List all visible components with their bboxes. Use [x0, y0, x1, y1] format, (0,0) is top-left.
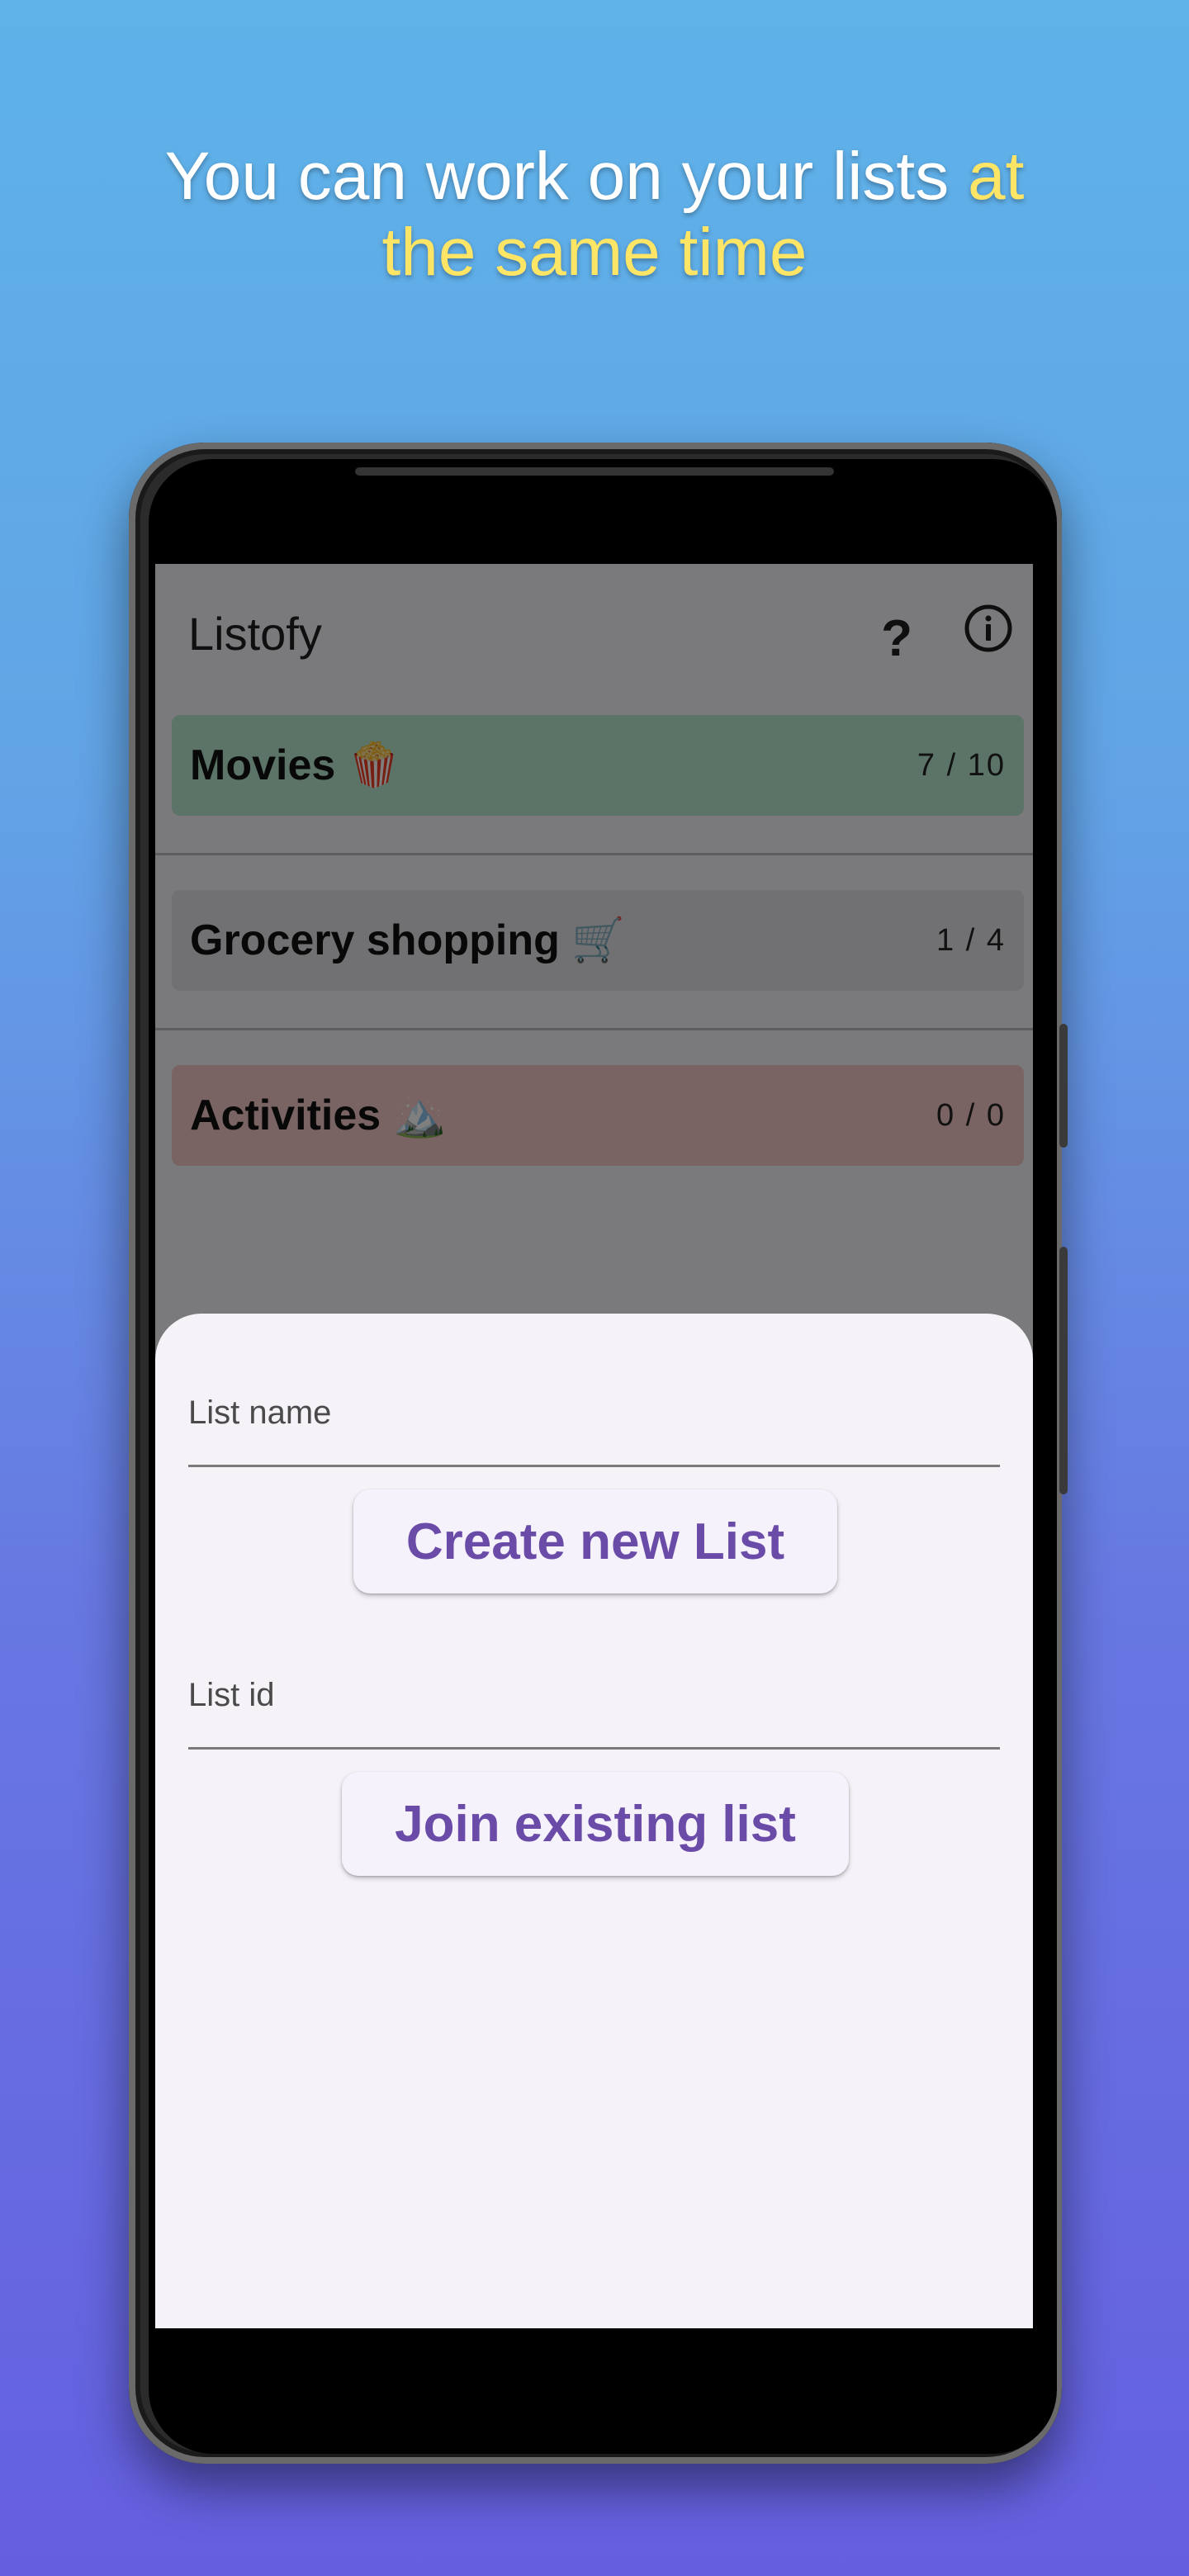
headline-text: You can work on your lists [164, 139, 968, 214]
list-id-underline [188, 1747, 1000, 1750]
join-existing-list-button[interactable]: Join existing list [342, 1772, 849, 1876]
headline-highlight-1: at [967, 139, 1025, 214]
list-id-input[interactable] [188, 1660, 1000, 1743]
app-screen: Listofy ? Movies 🍿 7 / 10 Grocery shoppi… [155, 564, 1033, 2328]
bottom-sheet: List name Create new List List id Join e… [155, 1314, 1033, 2328]
headline-highlight-2: the same time [381, 215, 808, 290]
volume-button [1059, 1024, 1068, 1148]
list-name-underline [188, 1465, 1000, 1467]
list-name-input[interactable] [188, 1380, 1000, 1462]
phone-speaker [355, 467, 834, 476]
power-button [1059, 1247, 1068, 1494]
promo-headline: You can work on your lists at the same t… [0, 139, 1189, 291]
create-new-list-button[interactable]: Create new List [353, 1489, 837, 1593]
